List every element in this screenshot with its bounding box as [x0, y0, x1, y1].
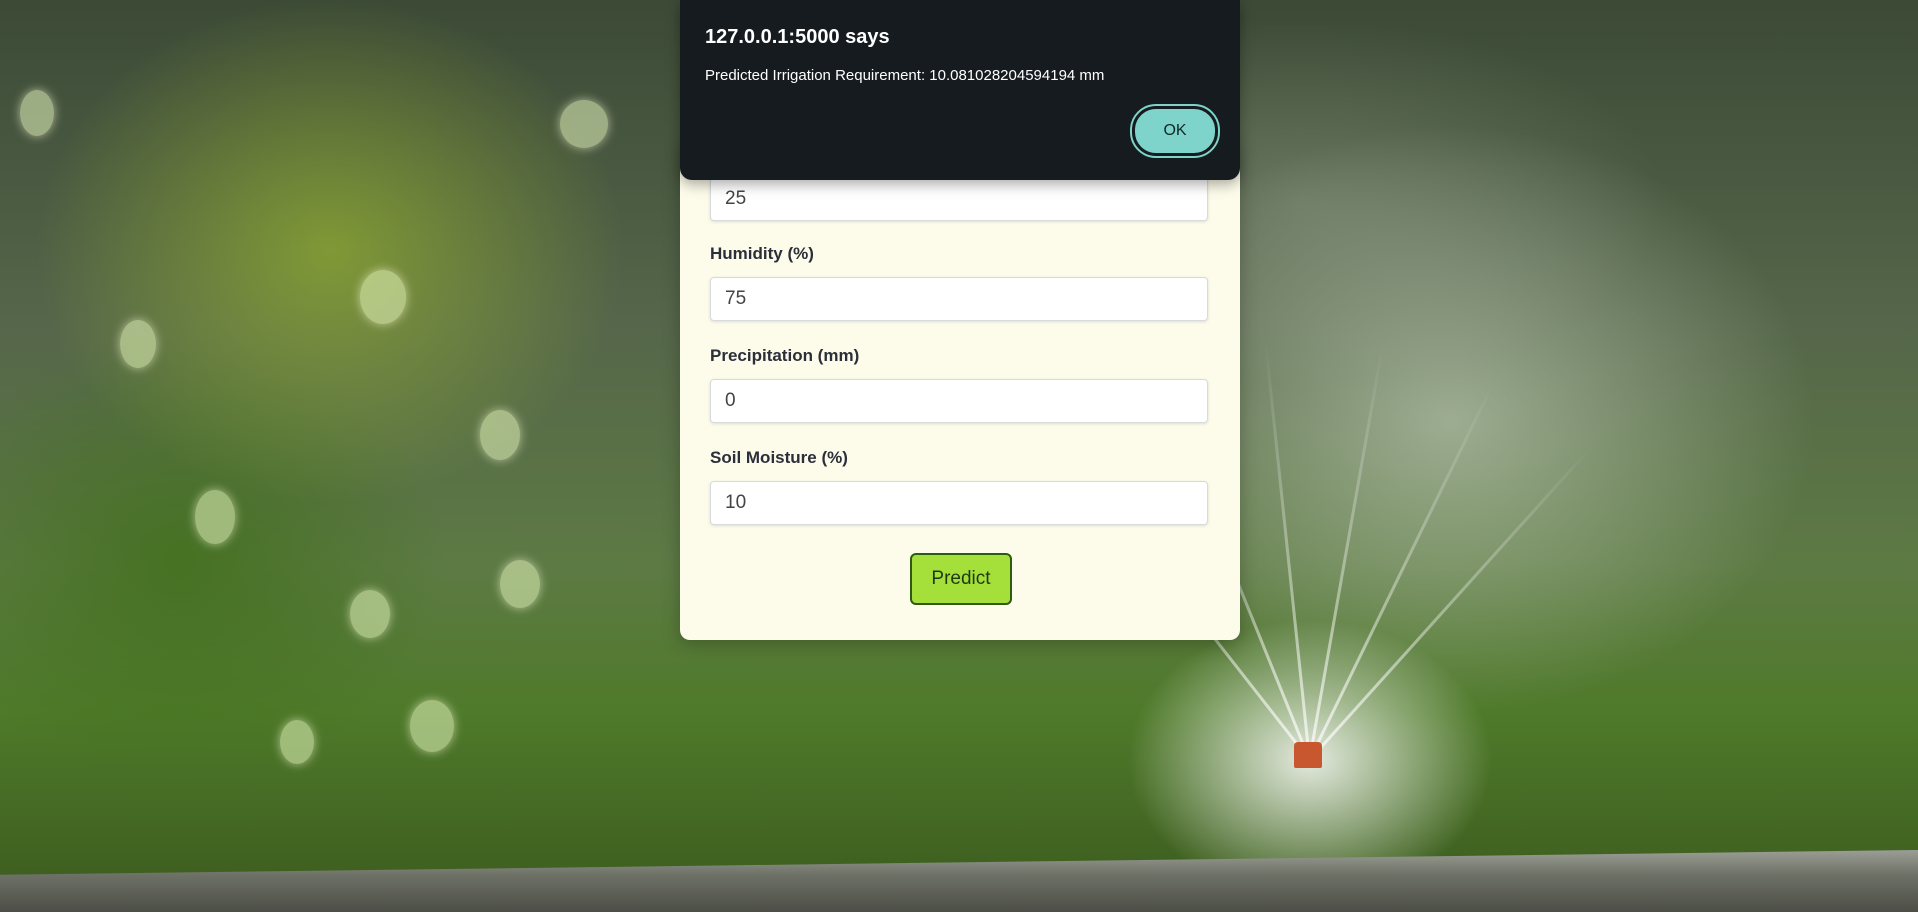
- predict-button[interactable]: Predict: [910, 553, 1012, 605]
- bokeh-light: [410, 700, 454, 752]
- bokeh-light: [20, 90, 54, 136]
- bokeh-light: [195, 490, 235, 544]
- bokeh-light: [280, 720, 314, 764]
- dialog-message: Predicted Irrigation Requirement: 10.081…: [705, 67, 1105, 84]
- precipitation-input[interactable]: [710, 379, 1208, 423]
- humidity-input[interactable]: [710, 277, 1208, 321]
- dialog-title: 127.0.0.1:5000 says: [705, 26, 890, 48]
- bokeh-light: [480, 410, 520, 460]
- soil-moisture-label: Soil Moisture (%): [710, 448, 848, 467]
- bokeh-light: [360, 270, 406, 324]
- alert-dialog: 127.0.0.1:5000 says Predicted Irrigation…: [680, 0, 1240, 180]
- ok-button[interactable]: OK: [1130, 104, 1220, 158]
- precipitation-label: Precipitation (mm): [710, 346, 860, 365]
- soil-moisture-input[interactable]: [710, 481, 1208, 525]
- bokeh-light: [500, 560, 540, 608]
- temperature-input[interactable]: [710, 177, 1208, 221]
- sprinkler-head: [1294, 742, 1322, 768]
- prediction-form-card: Humidity (%) Precipitation (mm) Soil Moi…: [680, 140, 1240, 640]
- bokeh-light: [350, 590, 390, 638]
- humidity-label: Humidity (%): [710, 244, 814, 263]
- bokeh-light: [560, 100, 608, 148]
- bokeh-light: [120, 320, 156, 368]
